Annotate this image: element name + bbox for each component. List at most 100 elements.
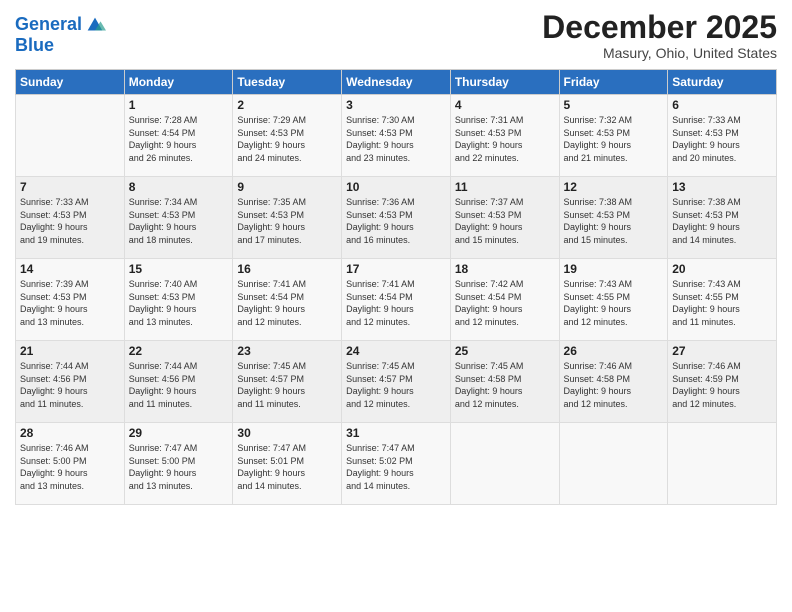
day-info: Sunrise: 7:38 AM Sunset: 4:53 PM Dayligh… [564,196,664,246]
calendar-cell: 16 Sunrise: 7:41 AM Sunset: 4:54 PM Dayli… [233,259,342,341]
day-number: 1 [129,98,229,112]
calendar-cell: 30Sunrise: 7:47 AM Sunset: 5:01 PM Dayli… [233,423,342,505]
calendar-cell [559,423,668,505]
day-number: 25 [455,344,555,358]
calendar-cell: 26 Sunrise: 7:46 AM Sunset: 4:58 PM Dayli… [559,341,668,423]
calendar-cell: 17Sunrise: 7:41 AM Sunset: 4:54 PM Dayli… [342,259,451,341]
day-info: Sunrise: 7:45 AM Sunset: 4:58 PM Dayligh… [455,360,555,410]
title-block: December 2025 Masury, Ohio, United State… [542,10,777,61]
day-number: 18 [455,262,555,276]
logo-blue-text: Blue [15,36,106,56]
day-number: 27 [672,344,772,358]
day-info: Sunrise: 7:44 AM Sunset: 4:56 PM Dayligh… [20,360,120,410]
day-number: 3 [346,98,446,112]
calendar-container: General Blue December 2025 Masury, Ohio,… [0,0,792,612]
calendar-cell: 1 Sunrise: 7:28 AM Sunset: 4:54 PM Daylig… [124,95,233,177]
day-number: 30 [237,426,337,440]
day-number: 26 [564,344,664,358]
calendar-cell [16,95,125,177]
day-info: Sunrise: 7:45 AM Sunset: 4:57 PM Dayligh… [346,360,446,410]
day-number: 22 [129,344,229,358]
day-number: 13 [672,180,772,194]
calendar-header-row: SundayMondayTuesdayWednesdayThursdayFrid… [16,70,777,95]
calendar-cell: 6 Sunrise: 7:33 AM Sunset: 4:53 PM Daylig… [668,95,777,177]
calendar-week-2: 7 Sunrise: 7:33 AM Sunset: 4:53 PM Daylig… [16,177,777,259]
calendar-cell: 22Sunrise: 7:44 AM Sunset: 4:56 PM Dayli… [124,341,233,423]
day-number: 14 [20,262,120,276]
calendar-cell [668,423,777,505]
day-info: Sunrise: 7:34 AM Sunset: 4:53 PM Dayligh… [129,196,229,246]
day-number: 31 [346,426,446,440]
calendar-cell: 27 Sunrise: 7:46 AM Sunset: 4:59 PM Dayli… [668,341,777,423]
day-info: Sunrise: 7:32 AM Sunset: 4:53 PM Dayligh… [564,114,664,164]
calendar-cell: 3 Sunrise: 7:30 AM Sunset: 4:53 PM Daylig… [342,95,451,177]
month-year: December 2025 [542,10,777,45]
calendar-cell: 25 Sunrise: 7:45 AM Sunset: 4:58 PM Dayli… [450,341,559,423]
day-number: 19 [564,262,664,276]
day-info: Sunrise: 7:43 AM Sunset: 4:55 PM Dayligh… [564,278,664,328]
calendar-cell: 13 Sunrise: 7:38 AM Sunset: 4:53 PM Dayli… [668,177,777,259]
day-number: 16 [237,262,337,276]
calendar-cell: 11Sunrise: 7:37 AM Sunset: 4:53 PM Dayli… [450,177,559,259]
day-number: 24 [346,344,446,358]
day-info: Sunrise: 7:45 AM Sunset: 4:57 PM Dayligh… [237,360,337,410]
column-header-thursday: Thursday [450,70,559,95]
day-info: Sunrise: 7:41 AM Sunset: 4:54 PM Dayligh… [237,278,337,328]
location: Masury, Ohio, United States [542,45,777,61]
day-info: Sunrise: 7:35 AM Sunset: 4:53 PM Dayligh… [237,196,337,246]
day-info: Sunrise: 7:47 AM Sunset: 5:02 PM Dayligh… [346,442,446,492]
day-number: 29 [129,426,229,440]
day-info: Sunrise: 7:36 AM Sunset: 4:53 PM Dayligh… [346,196,446,246]
calendar-cell: 15 Sunrise: 7:40 AM Sunset: 4:53 PM Dayli… [124,259,233,341]
logo-text: General [15,15,82,35]
day-number: 6 [672,98,772,112]
day-number: 21 [20,344,120,358]
calendar-cell: 5 Sunrise: 7:32 AM Sunset: 4:53 PM Daylig… [559,95,668,177]
day-number: 8 [129,180,229,194]
day-info: Sunrise: 7:33 AM Sunset: 4:53 PM Dayligh… [672,114,772,164]
column-header-friday: Friday [559,70,668,95]
day-info: Sunrise: 7:33 AM Sunset: 4:53 PM Dayligh… [20,196,120,246]
calendar-cell: 24 Sunrise: 7:45 AM Sunset: 4:57 PM Dayli… [342,341,451,423]
day-number: 9 [237,180,337,194]
calendar-cell [450,423,559,505]
column-header-monday: Monday [124,70,233,95]
day-info: Sunrise: 7:41 AM Sunset: 4:54 PM Dayligh… [346,278,446,328]
day-info: Sunrise: 7:28 AM Sunset: 4:54 PM Dayligh… [129,114,229,164]
calendar-cell: 18 Sunrise: 7:42 AM Sunset: 4:54 PM Dayli… [450,259,559,341]
day-number: 2 [237,98,337,112]
day-number: 5 [564,98,664,112]
calendar-cell: 31 Sunrise: 7:47 AM Sunset: 5:02 PM Dayli… [342,423,451,505]
calendar-cell: 2Sunrise: 7:29 AM Sunset: 4:53 PM Daylig… [233,95,342,177]
day-number: 10 [346,180,446,194]
day-info: Sunrise: 7:46 AM Sunset: 5:00 PM Dayligh… [20,442,120,492]
column-header-wednesday: Wednesday [342,70,451,95]
day-info: Sunrise: 7:46 AM Sunset: 4:59 PM Dayligh… [672,360,772,410]
calendar-week-1: 1 Sunrise: 7:28 AM Sunset: 4:54 PM Daylig… [16,95,777,177]
day-info: Sunrise: 7:40 AM Sunset: 4:53 PM Dayligh… [129,278,229,328]
day-number: 7 [20,180,120,194]
day-info: Sunrise: 7:42 AM Sunset: 4:54 PM Dayligh… [455,278,555,328]
day-number: 23 [237,344,337,358]
logo: General Blue [15,14,106,56]
column-header-saturday: Saturday [668,70,777,95]
calendar-cell: 12Sunrise: 7:38 AM Sunset: 4:53 PM Dayli… [559,177,668,259]
calendar-cell: 8 Sunrise: 7:34 AM Sunset: 4:53 PM Daylig… [124,177,233,259]
day-info: Sunrise: 7:46 AM Sunset: 4:58 PM Dayligh… [564,360,664,410]
calendar-cell: 9 Sunrise: 7:35 AM Sunset: 4:53 PM Daylig… [233,177,342,259]
calendar-cell: 14Sunrise: 7:39 AM Sunset: 4:53 PM Dayli… [16,259,125,341]
day-info: Sunrise: 7:38 AM Sunset: 4:53 PM Dayligh… [672,196,772,246]
day-number: 4 [455,98,555,112]
column-header-sunday: Sunday [16,70,125,95]
day-info: Sunrise: 7:30 AM Sunset: 4:53 PM Dayligh… [346,114,446,164]
calendar-cell: 29 Sunrise: 7:47 AM Sunset: 5:00 PM Dayli… [124,423,233,505]
day-info: Sunrise: 7:47 AM Sunset: 5:00 PM Dayligh… [129,442,229,492]
day-number: 11 [455,180,555,194]
calendar-cell: 4Sunrise: 7:31 AM Sunset: 4:53 PM Daylig… [450,95,559,177]
day-number: 20 [672,262,772,276]
calendar-cell: 7 Sunrise: 7:33 AM Sunset: 4:53 PM Daylig… [16,177,125,259]
calendar-week-4: 21 Sunrise: 7:44 AM Sunset: 4:56 PM Dayli… [16,341,777,423]
day-number: 15 [129,262,229,276]
calendar-cell: 10 Sunrise: 7:36 AM Sunset: 4:53 PM Dayli… [342,177,451,259]
calendar-week-3: 14Sunrise: 7:39 AM Sunset: 4:53 PM Dayli… [16,259,777,341]
